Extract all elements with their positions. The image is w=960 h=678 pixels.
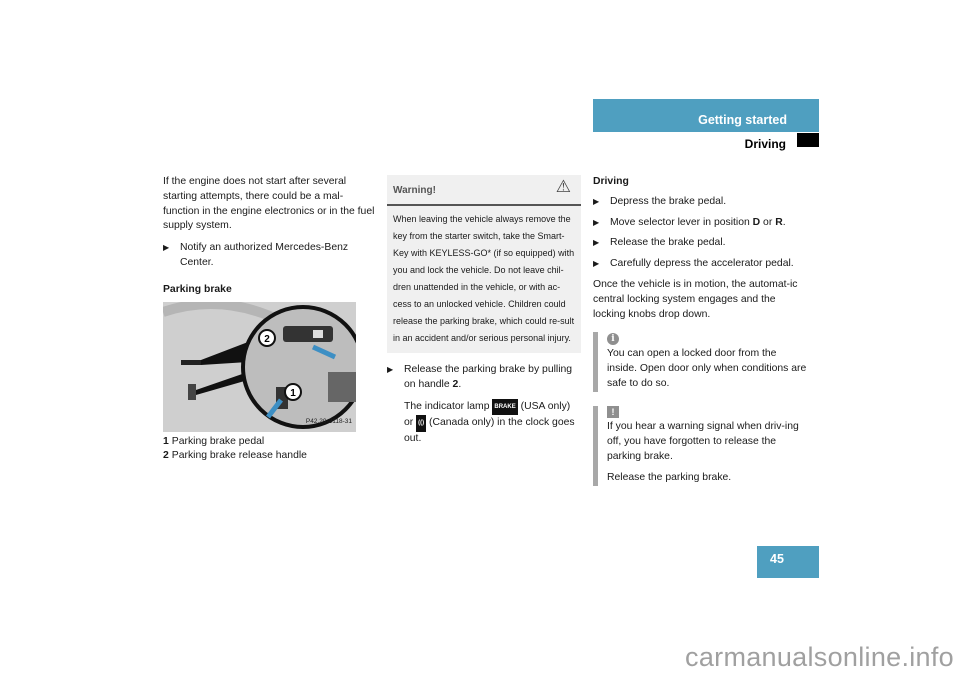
bullet-text: Release the parking brake by pulling on … xyxy=(404,364,573,390)
info-note-text: You can open a locked door from the insi… xyxy=(607,348,807,389)
alert-note-text: If you hear a warning signal when driv-i… xyxy=(607,421,799,462)
caption-item: 1 Parking brake pedal xyxy=(163,435,378,449)
bullet-text: Release the brake pedal. xyxy=(610,237,726,249)
bullet-arrow-icon: ▶ xyxy=(387,365,394,374)
brake-lamp-icon: BRAKE xyxy=(492,398,518,416)
canada-brake-lamp-icon: (() xyxy=(416,415,427,433)
bullet-arrow-icon: ▶ xyxy=(593,259,600,269)
list-item: ▶ Depress the brake pedal. xyxy=(593,195,808,210)
caption-number: 2 xyxy=(163,449,169,461)
alert-note-text-2: Release the parking brake. xyxy=(607,471,732,483)
bullet-arrow-icon: ▶ xyxy=(593,196,600,206)
caption-number: 1 xyxy=(163,435,169,447)
list-item: ▶ Release the parking brake by pulling o… xyxy=(387,363,582,447)
bullet-text-end: . xyxy=(782,216,786,228)
bullet-text-mid: or xyxy=(760,216,776,228)
parking-brake-heading: Parking brake xyxy=(163,283,232,295)
page-number: 45 xyxy=(770,552,784,566)
page-number-box: 45 xyxy=(757,546,819,578)
list-item: ▶ Move selector lever in position D or R. xyxy=(593,216,808,231)
exclamation-icon: ! xyxy=(607,405,619,418)
bullet-text: Depress the brake pedal. xyxy=(610,195,727,207)
figure-code: P42.20-2118-31 xyxy=(305,417,352,425)
bullet-text: Move selector lever in position xyxy=(610,216,753,228)
caption-text: Parking brake pedal xyxy=(171,435,265,447)
subsection-title: Driving xyxy=(593,133,795,151)
bullet-text-end: . xyxy=(458,378,462,390)
subsection-label: Driving xyxy=(744,137,786,151)
section-title: Getting started xyxy=(698,113,787,127)
column-3: Driving ▶ Depress the brake pedal. ▶ Move … xyxy=(593,175,808,486)
info-icon: i xyxy=(607,333,619,346)
lamp-text-canada: (Canada only) in the clock goes out. xyxy=(404,417,575,445)
warning-body: When leaving the vehicle always remove t… xyxy=(393,214,575,343)
motion-paragraph: Once the vehicle is in motion, the autom… xyxy=(593,278,798,320)
note-bar xyxy=(593,332,598,392)
thumb-tab-marker xyxy=(797,133,819,147)
driving-heading: Driving xyxy=(593,176,629,187)
section-header-band: Getting started xyxy=(593,99,819,132)
column-1: If the engine does not start after sever… xyxy=(163,175,378,463)
callout-1: 1 xyxy=(290,388,296,399)
bullet-text: Notify an authorized Mercedes-Benz Cente… xyxy=(180,242,349,268)
bullet-arrow-icon: ▶ xyxy=(163,243,170,253)
intro-paragraph: If the engine does not start after sever… xyxy=(163,176,375,232)
list-item: ▶ Release the brake pedal. xyxy=(593,236,808,251)
indicator-lamp-text: The indicator lamp BRAKE (USA only) or (… xyxy=(404,398,582,447)
warning-header: Warning! ⚠ xyxy=(387,175,581,206)
bullet-arrow-icon: ▶ xyxy=(593,217,600,227)
bullet-text: Carefully depress the accelerator pedal. xyxy=(610,258,794,270)
lamp-text-pre: The indicator lamp xyxy=(404,400,493,412)
column-2: Warning! ⚠ When leaving the vehicle alwa… xyxy=(387,175,582,454)
illustration-svg: 2 1 xyxy=(163,301,356,432)
warning-triangle-icon: ⚠ xyxy=(555,177,571,196)
caption-text: Parking brake release handle xyxy=(171,449,307,461)
list-item: ▶ Carefully depress the accelerator pedal… xyxy=(593,257,808,272)
caption-item: 2 Parking brake release handle xyxy=(163,449,378,463)
alert-note: ! If you hear a warning signal when driv… xyxy=(593,405,808,486)
info-note: i You can open a locked door from the in… xyxy=(593,332,808,392)
figure-caption: 1 Parking brake pedal 2 Parking brake rele… xyxy=(163,435,378,463)
warning-box: Warning! ⚠ When leaving the vehicle alwa… xyxy=(387,175,581,353)
warning-title: Warning! xyxy=(393,185,436,196)
parking-brake-illustration: 2 1 P42.20-2118-31 xyxy=(163,301,356,432)
callout-2: 2 xyxy=(264,334,270,345)
list-item: ▶ Notify an authorized Mercedes-Benz Cen… xyxy=(163,241,378,271)
watermark: carmanualsonline.info xyxy=(685,642,954,672)
note-bar xyxy=(593,405,598,486)
bullet-arrow-icon: ▶ xyxy=(593,238,600,248)
gear-r: R xyxy=(775,216,783,228)
